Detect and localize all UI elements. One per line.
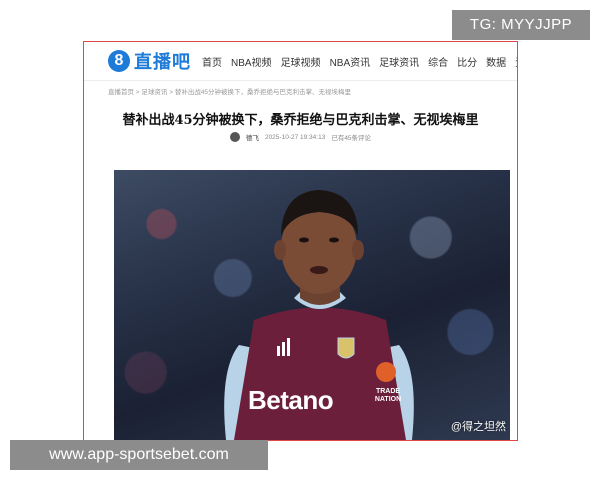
nav-item-football-news[interactable]: 足球资讯 [379, 54, 419, 69]
logo-text: 直播吧 [134, 52, 191, 72]
jersey-sponsor-text: Betano [248, 385, 334, 415]
tg-watermark: TG: MYYJJPP [452, 10, 590, 40]
article-photo: Betano TRADE NATION @得之坦然 [114, 170, 510, 440]
jersey-badge-text: TRADE NATION [374, 388, 402, 403]
breadcrumb[interactable]: 直播首页 > 足球资讯 > 替补出战45分钟被换下，桑乔拒绝与巴克利击掌、无视埃… [108, 86, 351, 96]
club-crest-icon [337, 337, 355, 359]
article-screenshot: 8 直播吧 首页 NBA视频 足球视频 NBA资讯 足球资讯 综合 比分 数据 … [83, 41, 518, 441]
article-title: 替补出战45分钟被换下，桑乔拒绝与巴克利击掌、无视埃梅里 [122, 113, 479, 128]
trade-nation-icon [376, 362, 396, 382]
comment-count[interactable]: 已有45条评论 [331, 132, 371, 142]
article-meta: 德飞 2025-10-27 19:34:13 已有45条评论 [84, 132, 517, 142]
site-logo[interactable]: 8 直播吧 [108, 49, 191, 73]
publish-time: 2025-10-27 19:34:13 [264, 133, 326, 141]
nav-item-info[interactable]: 资料 [515, 54, 517, 69]
nav-item-nba-news[interactable]: NBA资讯 [330, 54, 371, 69]
nav-item-data[interactable]: 数据 [486, 54, 506, 69]
top-nav: 8 直播吧 首页 NBA视频 足球视频 NBA资讯 足球资讯 综合 比分 数据 … [84, 42, 517, 81]
nav-item-scores[interactable]: 比分 [457, 54, 477, 69]
author-avatar[interactable] [229, 132, 240, 142]
nav-item-home[interactable]: 首页 [202, 54, 222, 69]
photo-caption: @得之坦然 [450, 421, 506, 433]
nav-item-general[interactable]: 综合 [428, 54, 448, 69]
nav-menu: 首页 NBA视频 足球视频 NBA资讯 足球资讯 综合 比分 数据 资料 个人 [202, 54, 517, 69]
nav-item-football-video[interactable]: 足球视频 [281, 54, 321, 69]
logo-badge-icon: 8 [108, 50, 130, 72]
author-name[interactable]: 德飞 [246, 132, 259, 142]
url-watermark: www.app-sportsebet.com [10, 440, 268, 470]
nav-item-nba-video[interactable]: NBA视频 [231, 54, 272, 69]
